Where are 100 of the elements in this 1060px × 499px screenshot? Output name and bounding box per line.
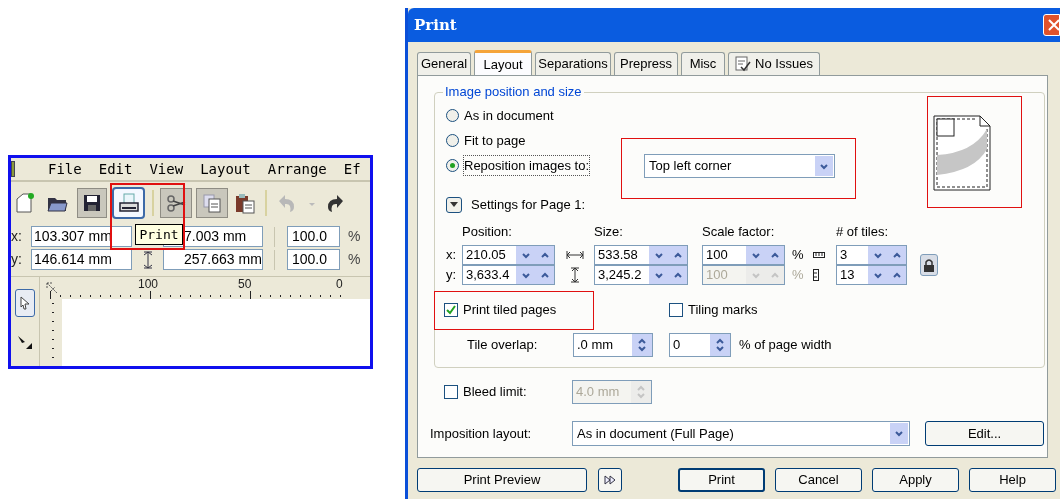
menu-item[interactable]: Arrange bbox=[267, 158, 327, 180]
copy-button[interactable] bbox=[196, 188, 228, 218]
vertical-ruler-icon bbox=[812, 269, 819, 281]
tab[interactable]: Prepress bbox=[614, 52, 678, 75]
position-field[interactable]: 146.614 mm bbox=[31, 249, 132, 270]
radio-button[interactable] bbox=[446, 159, 459, 172]
spin-up-button[interactable] bbox=[668, 266, 687, 284]
tab[interactable]: Layout bbox=[474, 50, 532, 76]
checkbox-label: Tiling marks bbox=[688, 301, 758, 320]
section-label: Settings for Page 1: bbox=[471, 196, 586, 215]
edit-button[interactable]: Edit... bbox=[925, 421, 1044, 446]
save-button[interactable] bbox=[77, 188, 107, 218]
check-icon bbox=[446, 305, 456, 315]
spin-up-button[interactable] bbox=[765, 246, 784, 264]
print-button[interactable] bbox=[112, 187, 145, 219]
print-preview-button[interactable]: Print Preview bbox=[417, 468, 587, 492]
pick-tool-button[interactable] bbox=[15, 289, 35, 317]
ruler-label: 50 bbox=[238, 276, 252, 293]
lock-button[interactable] bbox=[920, 254, 938, 276]
menu-item[interactable]: Ef bbox=[343, 158, 361, 180]
scale-field[interactable]: 100 bbox=[702, 245, 785, 265]
spin-up-button[interactable] bbox=[887, 266, 906, 284]
spin-up-button[interactable] bbox=[535, 266, 554, 284]
spin-down-button[interactable] bbox=[516, 246, 535, 264]
height-arrows-icon bbox=[142, 250, 153, 269]
checkbox[interactable] bbox=[444, 303, 458, 317]
tab[interactable]: Separations bbox=[535, 52, 611, 75]
checkbox[interactable] bbox=[669, 303, 683, 317]
column-header: # of tiles: bbox=[836, 224, 890, 240]
size-field[interactable]: 257.663 mm bbox=[163, 249, 263, 270]
spinner-button[interactable] bbox=[631, 380, 651, 403]
menu-item[interactable]: Layout bbox=[200, 158, 251, 180]
ruler-label: 0 bbox=[336, 276, 343, 293]
close-button[interactable] bbox=[1043, 14, 1060, 36]
tab[interactable]: General bbox=[417, 52, 471, 75]
padlock-icon bbox=[923, 258, 935, 272]
position-field[interactable]: 3,633.4 bbox=[462, 265, 555, 285]
checklist-icon bbox=[735, 56, 752, 72]
up-down-arrows-icon bbox=[637, 337, 647, 353]
menu-item[interactable]: File bbox=[48, 158, 82, 180]
ruler-origin-icon[interactable] bbox=[45, 281, 59, 295]
dropdown[interactable]: As in document (Full Page) bbox=[572, 421, 910, 446]
axis-label: y: bbox=[446, 266, 457, 285]
tiles-field[interactable]: 3 bbox=[836, 245, 907, 265]
toolbar-grip bbox=[11, 161, 15, 177]
option-label: Fit to page bbox=[464, 131, 526, 150]
printer-icon bbox=[117, 192, 140, 214]
spin-up-button[interactable] bbox=[668, 246, 687, 264]
percent-field[interactable]: 0 bbox=[669, 333, 731, 357]
clipboard-icon[interactable] bbox=[234, 192, 256, 214]
chevron-down-icon bbox=[893, 428, 905, 439]
spin-up-button[interactable] bbox=[887, 246, 906, 264]
spin-down-button[interactable] bbox=[649, 246, 668, 264]
axis-label: y: bbox=[11, 250, 23, 269]
dialog-button[interactable]: Apply bbox=[872, 468, 959, 492]
dropdown[interactable]: Top left corner bbox=[644, 154, 835, 178]
dialog-button[interactable]: Cancel bbox=[775, 468, 862, 492]
position-field[interactable]: 210.05 bbox=[462, 245, 555, 265]
axis-label: x: bbox=[446, 246, 457, 265]
size-field[interactable]: 3,245.2 bbox=[594, 265, 688, 285]
expand-button[interactable] bbox=[598, 468, 622, 492]
shape-tool-icon[interactable] bbox=[17, 335, 33, 351]
field-label: Tile overlap: bbox=[467, 336, 539, 355]
dialog-button[interactable]: Print bbox=[678, 468, 765, 492]
menu-item[interactable]: View bbox=[149, 158, 184, 180]
radio-button[interactable] bbox=[446, 109, 459, 122]
checkbox-label: Bleed limit: bbox=[463, 382, 528, 401]
height-arrows-icon bbox=[570, 267, 580, 283]
menu-item[interactable]: Edit bbox=[98, 158, 133, 180]
spin-down-button[interactable] bbox=[868, 266, 887, 284]
triangle-down-icon bbox=[450, 202, 458, 208]
tab[interactable]: No Issues bbox=[728, 52, 820, 75]
spin-down-button[interactable] bbox=[649, 266, 668, 284]
axis-label: x: bbox=[11, 227, 23, 246]
option-label: Reposition images to: bbox=[464, 155, 589, 176]
spinner-button[interactable] bbox=[632, 334, 652, 356]
tab[interactable]: Misc bbox=[681, 52, 725, 75]
cut-button[interactable] bbox=[160, 188, 192, 218]
up-down-arrows-icon bbox=[715, 337, 725, 353]
horizontal-ruler-icon bbox=[812, 252, 825, 258]
double-arrow-icon bbox=[604, 475, 616, 485]
scale-field[interactable]: 100.0 bbox=[287, 226, 340, 247]
scale-field[interactable]: 100.0 bbox=[287, 249, 340, 270]
spin-down-button[interactable] bbox=[746, 246, 765, 264]
unit-label: % bbox=[348, 250, 361, 269]
ruler-label: 100 bbox=[138, 276, 159, 293]
tiles-field[interactable]: 13 bbox=[836, 265, 907, 285]
spin-up-button[interactable] bbox=[535, 246, 554, 264]
dialog-button[interactable]: Help bbox=[969, 468, 1056, 492]
spin-down-button[interactable] bbox=[516, 266, 535, 284]
collapse-toggle-button[interactable] bbox=[446, 197, 462, 213]
new-document-icon[interactable] bbox=[13, 192, 35, 214]
column-header: Size: bbox=[594, 224, 624, 240]
radio-button[interactable] bbox=[446, 134, 459, 147]
width-arrows-icon bbox=[566, 250, 584, 260]
overlap-field[interactable]: .0 mm bbox=[573, 333, 653, 357]
size-field[interactable]: 533.58 bbox=[594, 245, 688, 265]
spinner-button[interactable] bbox=[710, 334, 730, 356]
checkbox[interactable] bbox=[444, 384, 458, 399]
spin-down-button[interactable] bbox=[868, 246, 887, 264]
